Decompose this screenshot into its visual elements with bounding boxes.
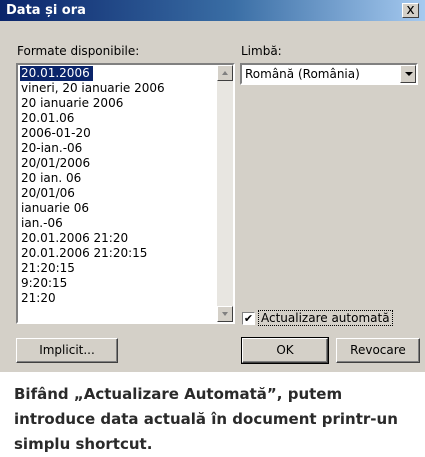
close-icon: x (406, 2, 415, 18)
language-dropdown-button[interactable] (400, 65, 416, 83)
format-list-item[interactable]: 20.01.2006 21:20:15 (20, 246, 150, 261)
title-bar[interactable]: Data și ora x (0, 0, 425, 21)
format-list-item[interactable]: 21:20 (20, 291, 59, 306)
formats-scrollbar[interactable] (217, 65, 233, 322)
scroll-up-button[interactable] (217, 65, 233, 81)
formats-listbox[interactable]: 20.01.2006 vineri, 20 ianuarie 2006 20 ian… (16, 63, 235, 324)
formats-label: Formate disponibile: (17, 44, 139, 58)
scroll-down-button[interactable] (217, 306, 233, 322)
formats-label-text: Formate disponibile: (17, 44, 140, 58)
dialog-title: Data și ora (6, 3, 86, 18)
format-list-item[interactable]: 9:20:15 (20, 276, 70, 291)
format-list-item[interactable]: 20/01/2006 (20, 156, 93, 171)
format-list-item[interactable]: 20 ianuarie 2006 (20, 96, 126, 111)
checkmark-icon: ✔ (243, 312, 254, 325)
auto-update-checkbox[interactable]: ✔ (242, 312, 255, 325)
format-list-item[interactable]: ianuarie 06 (20, 201, 92, 216)
language-select[interactable]: Română (România) (240, 63, 418, 85)
format-list-item[interactable]: 20-ian.-06 (20, 141, 85, 156)
format-list-item[interactable]: 20 ian. 06 (20, 171, 84, 186)
close-button[interactable]: x (402, 3, 419, 18)
chevron-down-icon (405, 72, 413, 76)
format-list-item[interactable]: 2006-01-20 (20, 126, 94, 141)
format-list-item[interactable]: 21:20:15 (20, 261, 78, 276)
format-list-item[interactable]: 20.01.2006 (20, 66, 93, 81)
cancel-button[interactable]: Revocare (336, 338, 420, 363)
format-list-item[interactable]: 20.01.06 (20, 111, 77, 126)
auto-update-label[interactable]: Actualizare automată (258, 310, 393, 326)
caption-text: Bifând „Actualizare Automată”, putem int… (14, 385, 398, 453)
format-list-item[interactable]: 20/01/06 (20, 186, 78, 201)
language-select-value: Română (România) (245, 67, 360, 81)
format-list-item[interactable]: 20.01.2006 21:20 (20, 231, 131, 246)
format-list-item[interactable]: vineri, 20 ianuarie 2006 (20, 81, 168, 96)
arrow-down-icon (222, 312, 228, 316)
language-label: Limbă: (241, 44, 282, 58)
date-time-dialog: Data și ora x Formate disponibile: Limbă… (0, 0, 425, 372)
default-button[interactable]: Implicit... (16, 338, 118, 363)
format-list-item[interactable]: ian.-06 (20, 216, 66, 231)
ok-button[interactable]: OK (241, 337, 329, 364)
arrow-up-icon (222, 71, 228, 75)
